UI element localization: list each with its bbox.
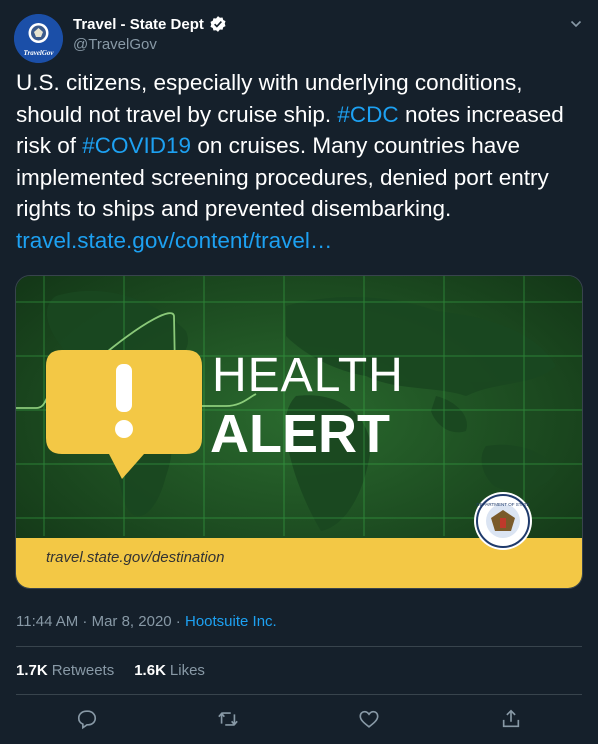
timestamp[interactable]: 11:44 AM · Mar 8, 2020 ·	[16, 613, 185, 630]
likes-count: 1.6K	[134, 662, 166, 679]
health-label: HEALTH	[212, 349, 404, 402]
like-icon[interactable]	[358, 708, 380, 730]
source-link[interactable]: Hootsuite Inc.	[185, 613, 277, 630]
seal-text: DEPARTMENT OF STATE	[476, 502, 529, 507]
exclamation-icon	[116, 364, 132, 412]
retweets-count: 1.7K	[16, 662, 48, 679]
chevron-down-icon[interactable]	[570, 18, 582, 30]
destination-url: travel.state.gov/destination	[46, 549, 224, 566]
share-icon[interactable]	[500, 708, 522, 730]
retweets-stat[interactable]: 1.7K Retweets	[16, 662, 114, 679]
hashtag-cdc-link[interactable]: #CDC	[337, 102, 398, 127]
avatar-label: TravelGov	[23, 49, 54, 57]
tweet-meta: 11:44 AM · Mar 8, 2020 · Hootsuite Inc.	[16, 613, 277, 630]
divider	[16, 646, 582, 647]
likes-label: Likes	[169, 662, 205, 679]
display-name[interactable]: Travel - State Dept	[73, 16, 204, 33]
action-bar	[0, 703, 598, 737]
verified-badge-icon	[210, 16, 226, 32]
avatar[interactable]: TravelGov	[14, 14, 63, 63]
tweet-url-link[interactable]: travel.state.gov/content/travel…	[16, 228, 332, 253]
retweet-icon[interactable]	[217, 708, 239, 730]
likes-stat[interactable]: 1.6K Likes	[134, 662, 205, 679]
engagement-stats: 1.7K Retweets 1.6K Likes	[16, 662, 205, 679]
department-seal-icon: DEPARTMENT OF STATE	[474, 492, 532, 550]
health-alert-image[interactable]: HEALTH ALERT travel.state.gov/destinatio…	[15, 275, 583, 589]
author-name-row: Travel - State Dept	[73, 15, 227, 33]
divider	[16, 694, 582, 695]
alert-label: ALERT	[210, 404, 390, 464]
hashtag-covid19-link[interactable]: #COVID19	[82, 133, 191, 158]
reply-icon[interactable]	[76, 708, 98, 730]
tweet-text: U.S. citizens, especially with underlyin…	[16, 67, 582, 256]
retweets-label: Retweets	[51, 662, 115, 679]
handle[interactable]: @TravelGov	[73, 36, 157, 53]
